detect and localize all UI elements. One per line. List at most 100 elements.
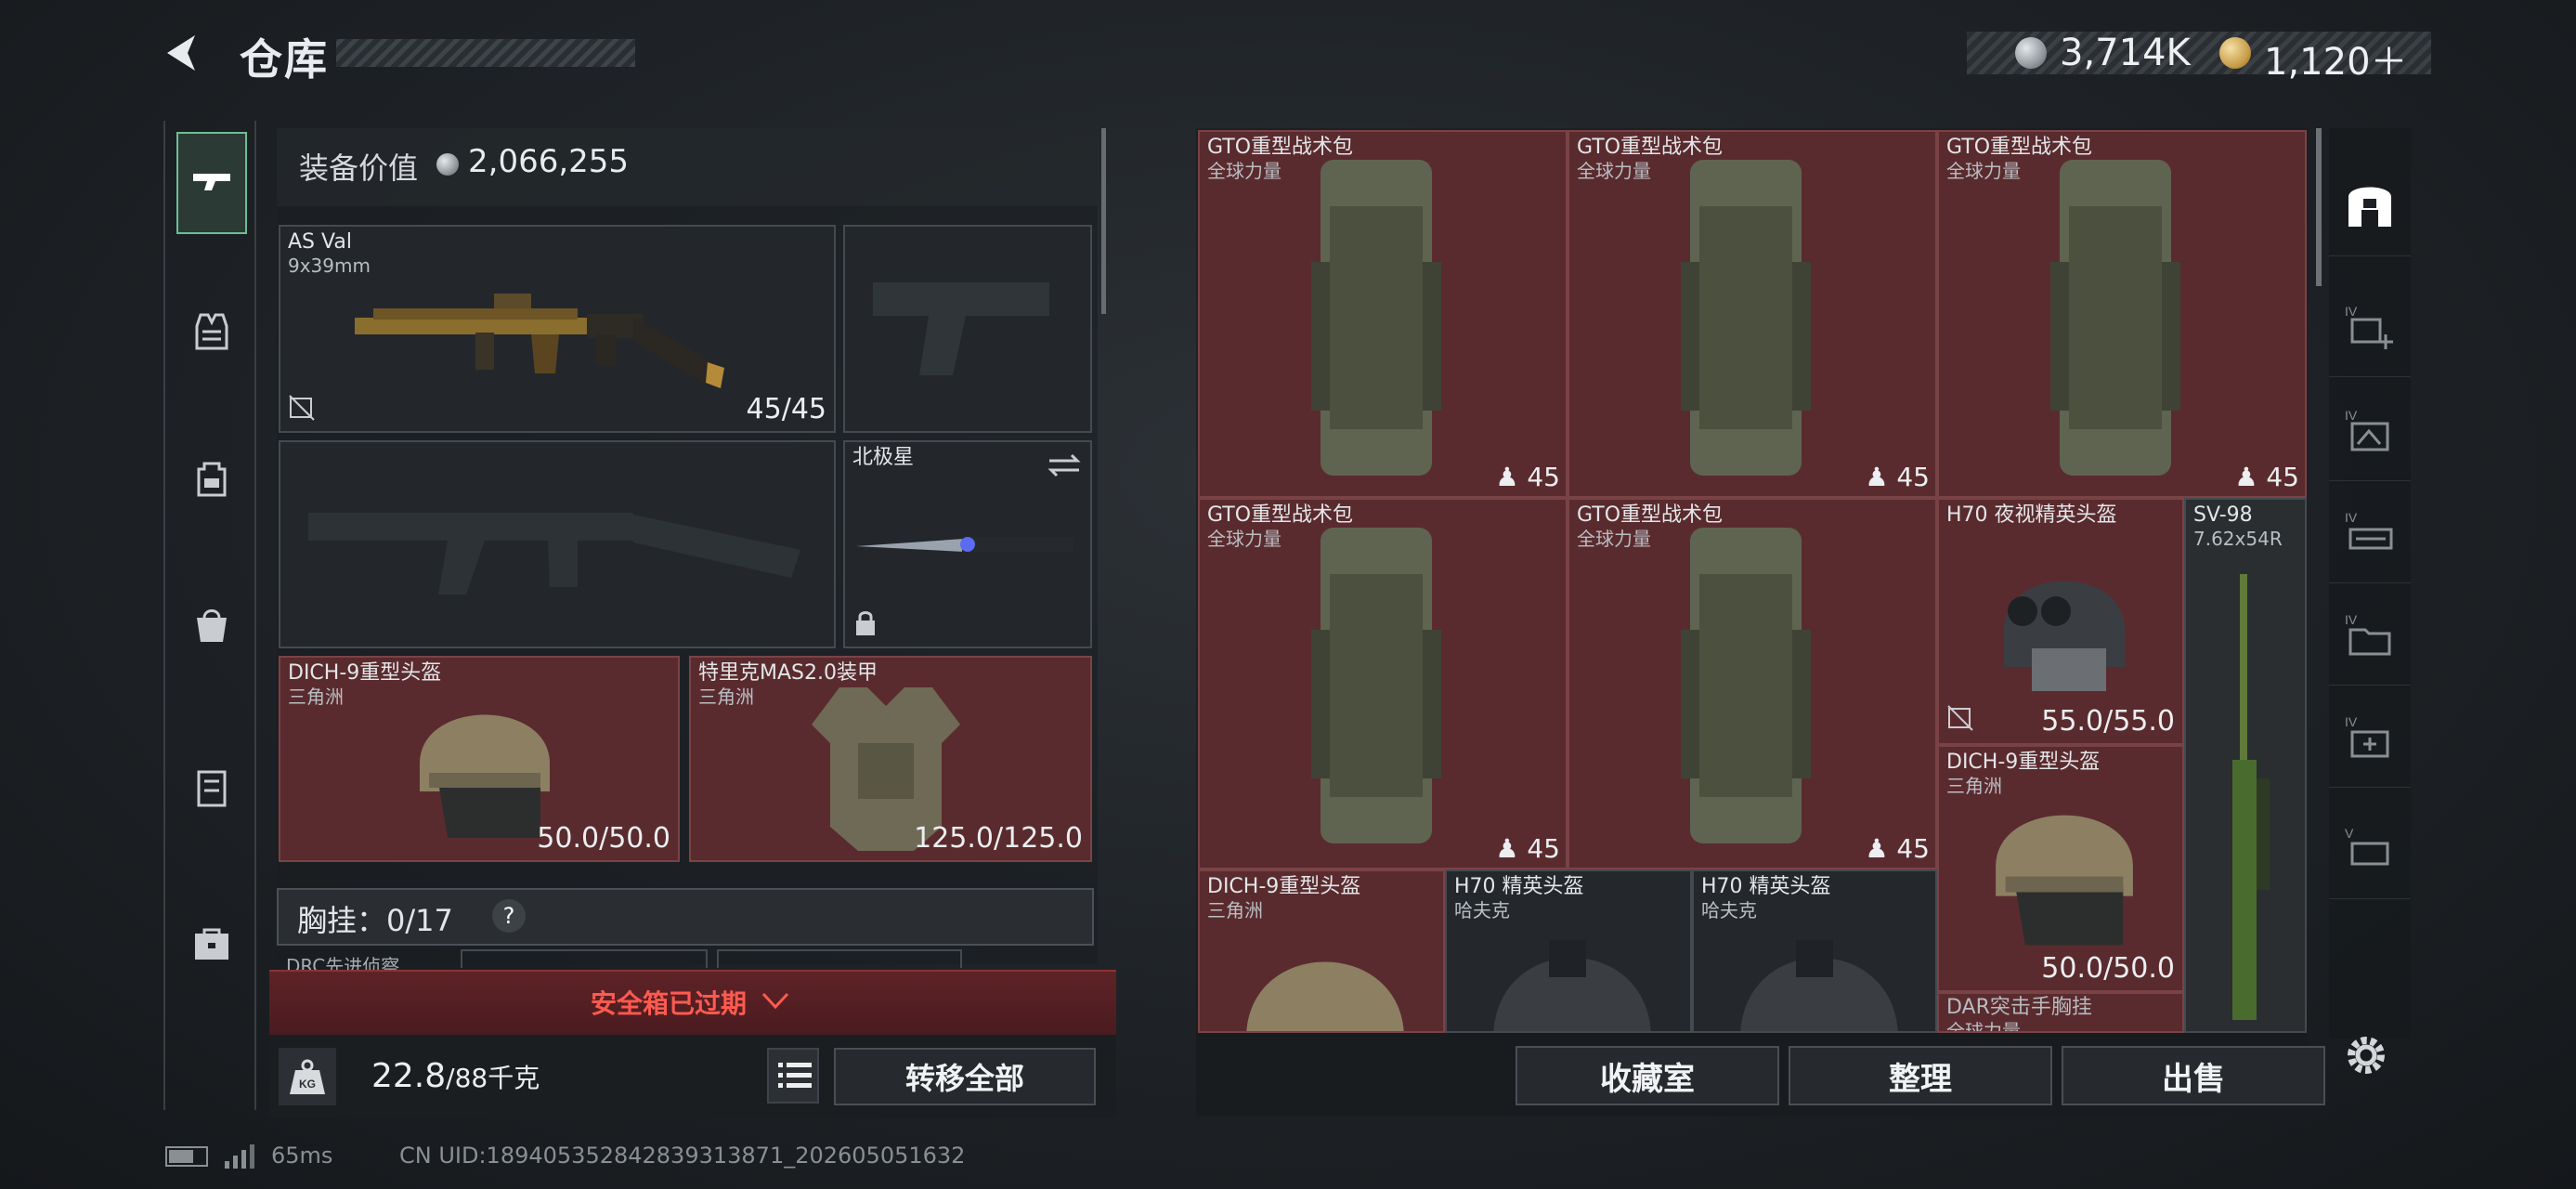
chest-rig-subslot[interactable] bbox=[461, 949, 708, 968]
inventory-item-backpack[interactable]: GTO重型战术包 全球力量 ♟ 45 bbox=[1568, 498, 1937, 869]
armor-source: 三角洲 bbox=[698, 686, 754, 708]
nav-backpack[interactable] bbox=[176, 427, 247, 529]
item-count: ♟ 45 bbox=[1495, 833, 1560, 864]
rifle-silhouette-icon bbox=[308, 513, 800, 594]
ping-text: 65ms bbox=[271, 1143, 333, 1169]
item-source: 7.62x54R bbox=[2193, 528, 2283, 550]
helmet-durability: 50.0/50.0 bbox=[537, 822, 670, 855]
help-icon[interactable]: ? bbox=[492, 899, 526, 933]
title-decoration bbox=[336, 39, 635, 67]
inventory-item-backpack[interactable]: GTO重型战术包 全球力量 ♟ 45 bbox=[1198, 498, 1568, 869]
item-name: H70 夜视精英头盔 bbox=[1946, 503, 2117, 527]
currency-gold-amount[interactable]: 1,120＋ bbox=[2264, 32, 2408, 85]
knife-image bbox=[856, 537, 1073, 552]
pistol-slot-empty[interactable] bbox=[843, 225, 1092, 433]
inventory-item-helmet[interactable]: H70 精英头盔 哈夫克 bbox=[1692, 869, 1937, 1033]
nv-helmet-image bbox=[2004, 581, 2125, 691]
nav-case[interactable] bbox=[176, 736, 247, 838]
chevron-down-icon bbox=[761, 992, 789, 1010]
back-arrow-icon[interactable] bbox=[160, 30, 206, 76]
storage-tab-main[interactable] bbox=[2329, 154, 2411, 256]
sell-button[interactable]: 出售 bbox=[2062, 1046, 2325, 1105]
item-count: ♟ 45 bbox=[2234, 462, 2299, 492]
storage-tab-add[interactable]: IV bbox=[2329, 275, 2411, 377]
item-count-value: 45 bbox=[1896, 462, 1930, 492]
item-source: 全球力量 bbox=[1207, 528, 1281, 550]
primary-weapon-slot[interactable]: AS Val 9x39mm 45/45 bbox=[279, 225, 836, 433]
helmet-image bbox=[1493, 940, 1651, 1031]
inventory-item-chest-rig[interactable]: DAR突击手胸挂 全球力量 bbox=[1937, 992, 2184, 1033]
page-title: 仓库 bbox=[240, 34, 329, 85]
toolbox-icon bbox=[195, 928, 228, 960]
rifle-image bbox=[355, 294, 724, 388]
expand-storage-icon: IV bbox=[2345, 304, 2393, 349]
inventory-item-nv-helmet[interactable]: H70 夜视精英头盔 55.0/55.0 bbox=[1937, 498, 2184, 745]
helmet-source: 三角洲 bbox=[288, 686, 344, 708]
item-name: SV-98 bbox=[2193, 503, 2253, 527]
weapon-name: AS Val bbox=[288, 230, 352, 254]
lock-icon bbox=[856, 611, 875, 635]
chest-rig-count: 0/17 bbox=[386, 903, 453, 938]
sniper-rifle-image bbox=[2232, 574, 2270, 1020]
storage-tab-5[interactable]: IV bbox=[2329, 686, 2411, 788]
backpack-image bbox=[1681, 160, 1811, 476]
storage-tab-6[interactable]: V bbox=[2329, 797, 2411, 899]
value-coin-icon bbox=[436, 153, 459, 176]
helmet-slot[interactable]: DICH-9重型头盔 三角洲 50.0/50.0 bbox=[279, 656, 680, 862]
vault-button[interactable]: 收藏室 bbox=[1516, 1046, 1779, 1105]
storage-tab-3[interactable]: IV bbox=[2329, 481, 2411, 583]
medkit-icon: IV bbox=[2345, 714, 2389, 757]
chest-rig-subslot[interactable] bbox=[717, 949, 962, 968]
warehouse-icon bbox=[2348, 187, 2391, 227]
battery-icon bbox=[165, 1146, 208, 1167]
silver-coin-icon bbox=[2015, 37, 2047, 69]
nav-pouch[interactable] bbox=[176, 574, 247, 676]
swap-icon[interactable] bbox=[1046, 451, 1083, 479]
storage-tab-2[interactable]: IV bbox=[2329, 379, 2411, 481]
inventory-item-sniper-rifle[interactable]: SV-98 7.62x54R bbox=[2184, 498, 2307, 1033]
svg-text:IV: IV bbox=[2345, 510, 2358, 525]
item-count-value: 45 bbox=[2266, 462, 2299, 492]
inventory-item-helmet[interactable]: H70 精英头盔 哈夫克 bbox=[1445, 869, 1692, 1033]
item-count: ♟ 45 bbox=[1495, 462, 1560, 492]
loadout-scrollbar[interactable] bbox=[1101, 128, 1106, 314]
inventory-item-helmet[interactable]: DICH-9重型头盔 三角洲 bbox=[1198, 869, 1445, 1033]
melee-slot[interactable]: 北极星 bbox=[843, 440, 1092, 648]
item-source: 全球力量 bbox=[1946, 160, 2021, 182]
nav-armor[interactable] bbox=[176, 281, 247, 383]
inventory-item-backpack[interactable]: GTO重型战术包 全球力量 ♟ 45 bbox=[1198, 130, 1568, 498]
inventory-item-backpack[interactable]: GTO重型战术包 全球力量 ♟ 45 bbox=[1937, 130, 2307, 498]
svg-text:V: V bbox=[2345, 826, 2354, 841]
case-icon bbox=[197, 770, 227, 807]
melee-name: 北极星 bbox=[852, 446, 915, 469]
gear-icon[interactable] bbox=[2340, 1029, 2392, 1081]
item-name: DICH-9重型头盔 bbox=[1207, 875, 1361, 898]
transfer-all-button[interactable]: 转移全部 bbox=[834, 1048, 1096, 1105]
item-name: H70 精英头盔 bbox=[1701, 875, 1831, 898]
inventory-item-helmet[interactable]: DICH-9重型头盔 三角洲 50.0/50.0 bbox=[1937, 745, 2184, 992]
carry-weight: 22.8/88千克 bbox=[371, 1057, 540, 1095]
folder-icon: IV bbox=[2345, 612, 2391, 655]
sort-button[interactable]: 整理 bbox=[1789, 1046, 2052, 1105]
nav-toolbox[interactable] bbox=[176, 894, 247, 996]
inventory-item-backpack[interactable]: GTO重型战术包 全球力量 ♟ 45 bbox=[1568, 130, 1937, 498]
chest-rig-label: 胸挂：0/17 bbox=[297, 897, 453, 940]
safebox-expired-text: 安全箱已过期 bbox=[591, 988, 748, 1019]
storage-tabs-nav: IV IV IV IV IV V bbox=[2329, 128, 2411, 1039]
no-insure-icon bbox=[289, 395, 315, 421]
equipment-value: 2,066,255 bbox=[468, 143, 630, 180]
armor-slot[interactable]: 特里克MAS2.0装甲 三角洲 125.0/125.0 bbox=[689, 656, 1092, 862]
list-view-button[interactable] bbox=[767, 1048, 819, 1104]
item-source: 全球力量 bbox=[1577, 160, 1651, 182]
item-name: H70 精英头盔 bbox=[1454, 875, 1584, 898]
currency-silver-amount: 3,714K bbox=[2060, 32, 2191, 74]
item-count-value: 45 bbox=[1896, 833, 1930, 864]
svg-text:IV: IV bbox=[2345, 714, 2358, 729]
inventory-scrollbar[interactable] bbox=[2316, 128, 2322, 286]
kg-weight-icon: KG bbox=[290, 1059, 325, 1094]
secondary-weapon-slot-empty[interactable] bbox=[279, 440, 836, 648]
storage-tab-4[interactable]: IV bbox=[2329, 583, 2411, 686]
item-count-value: 45 bbox=[1527, 462, 1560, 492]
svg-text:IV: IV bbox=[2345, 612, 2358, 627]
nav-weapons[interactable] bbox=[176, 132, 247, 234]
